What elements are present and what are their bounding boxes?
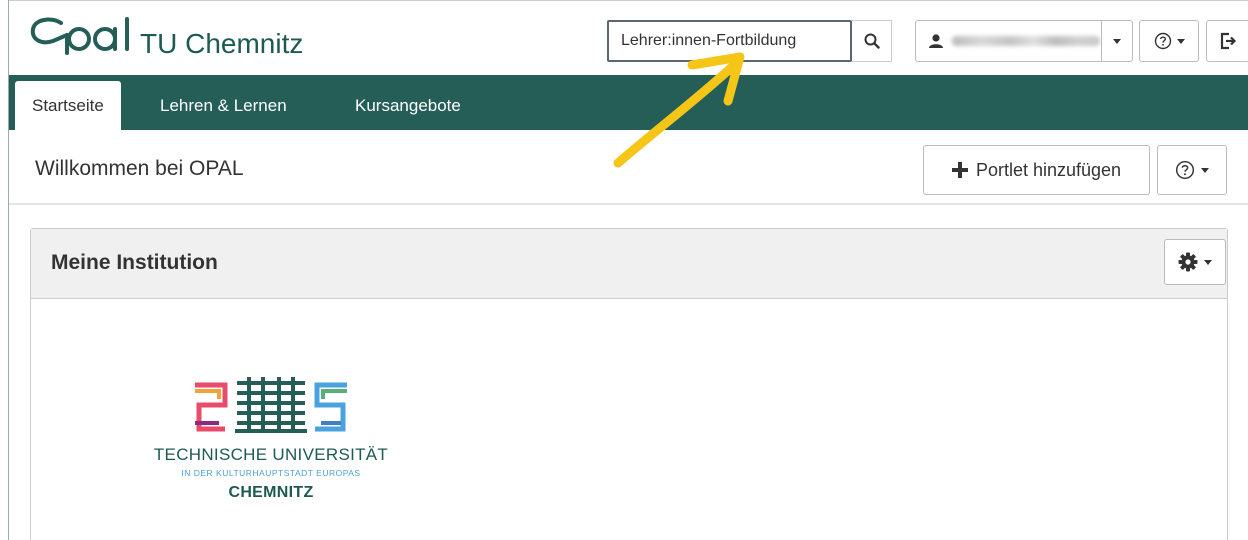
- user-dropdown-toggle[interactable]: [1102, 21, 1132, 61]
- app-frame: TU Chemnitz Lehrer:innen-Fortbildung Sta…: [8, 0, 1248, 540]
- search-input[interactable]: [607, 20, 852, 62]
- user-profile-button[interactable]: [916, 21, 1102, 61]
- logout-icon: [1220, 32, 1237, 50]
- portlet-meine-institution: Meine Institution TECHNISCHE UNIVERSITÄT…: [30, 228, 1228, 540]
- header: TU Chemnitz: [9, 0, 1248, 75]
- plus-icon: [951, 162, 968, 178]
- logout-button[interactable]: [1206, 20, 1248, 62]
- caret-down-icon: [1201, 167, 1209, 173]
- page-help-button[interactable]: [1157, 145, 1227, 195]
- caret-down-icon: [1204, 259, 1212, 265]
- portlet-settings-button[interactable]: [1164, 239, 1226, 285]
- gear-icon: [1178, 252, 1198, 272]
- logo-line-kulturhauptstadt: IN DER KULTURHAUPTSTADT EUROPAS: [181, 468, 361, 478]
- opal-logo[interactable]: [27, 11, 135, 61]
- help-button[interactable]: [1139, 20, 1199, 62]
- tu-chemnitz-logo: TECHNISCHE UNIVERSITÄT IN DER KULTURHAUP…: [141, 377, 401, 502]
- user-icon: [929, 34, 943, 48]
- search-button[interactable]: [852, 20, 892, 62]
- logo-line-university: TECHNISCHE UNIVERSITÄT: [153, 445, 389, 464]
- search-bar: [607, 20, 892, 62]
- tab-kursangebote[interactable]: Kursangebote: [338, 81, 478, 130]
- page-title: Willkommen bei OPAL: [35, 157, 244, 180]
- search-icon: [864, 33, 880, 49]
- page-toolbar: Willkommen bei OPAL Portlet hinzufügen: [9, 130, 1248, 205]
- tab-startseite[interactable]: Startseite: [15, 81, 121, 130]
- institution-name: TU Chemnitz: [140, 28, 304, 59]
- add-portlet-button[interactable]: Portlet hinzufügen: [923, 145, 1150, 195]
- user-menu-button[interactable]: [915, 20, 1133, 62]
- help-circle-icon: [1175, 160, 1195, 180]
- add-portlet-label: Portlet hinzufügen: [975, 159, 1122, 180]
- main-nav: Startseite Lehren & Lernen Kursangebote: [9, 75, 1248, 130]
- tab-lehren-lernen[interactable]: Lehren & Lernen: [143, 81, 304, 130]
- logo-line-city: CHEMNITZ: [228, 484, 314, 501]
- caret-down-icon: [1113, 38, 1121, 44]
- caret-down-icon: [1176, 38, 1185, 44]
- user-name-blurred: [952, 36, 1100, 46]
- help-circle-icon: [1154, 32, 1171, 50]
- portlet-header: Meine Institution: [31, 229, 1227, 299]
- portlet-title: Meine Institution: [51, 251, 218, 274]
- university-emblem: [195, 377, 347, 433]
